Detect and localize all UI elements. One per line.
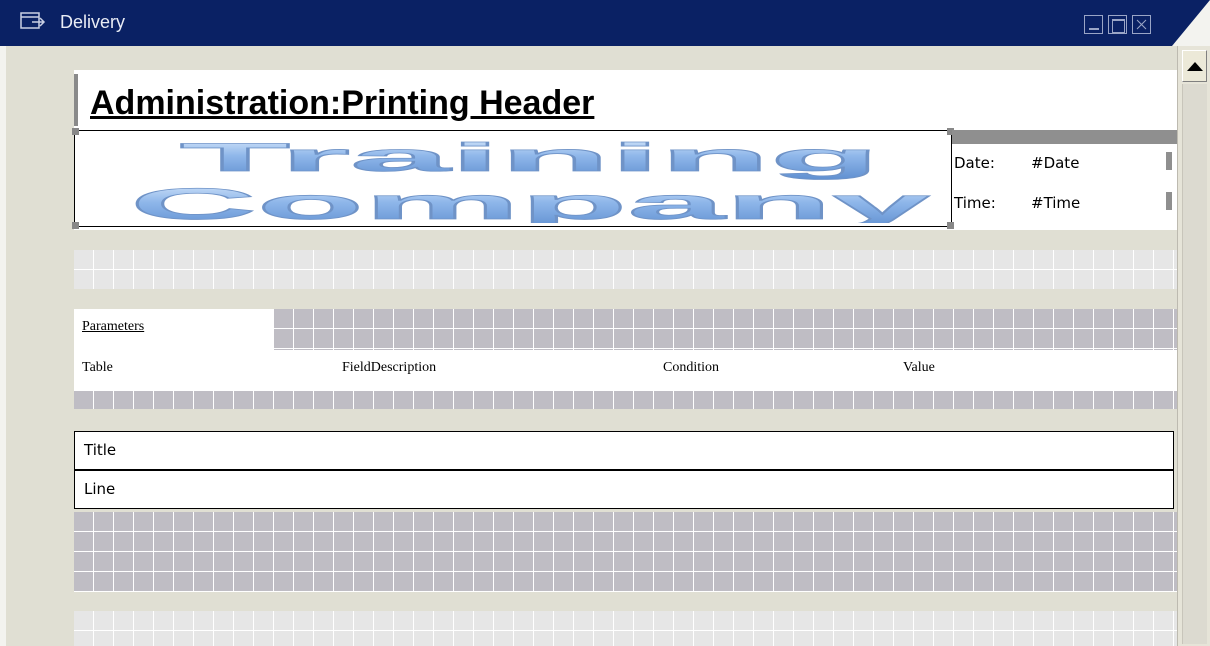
title-label: Title xyxy=(84,441,117,459)
parameters-grid xyxy=(74,391,1177,409)
logo-line-1: Training xyxy=(180,137,880,180)
column-header-row: Table FieldDescription Condition Value xyxy=(74,350,1177,391)
logo-field[interactable]: Training Company xyxy=(72,128,954,229)
parameters-grid xyxy=(274,309,1177,350)
resize-handle[interactable] xyxy=(72,128,79,135)
scroll-up-icon[interactable] xyxy=(1182,50,1207,82)
date-label: Date: xyxy=(954,154,995,172)
header-title[interactable]: Administration:Printing Header xyxy=(90,84,594,123)
company-logo: Training Company xyxy=(130,137,933,223)
parameters-label[interactable]: Parameters xyxy=(82,319,144,335)
date-field[interactable]: #Date xyxy=(1031,154,1079,172)
footer-area xyxy=(74,611,1177,646)
time-field[interactable]: #Time xyxy=(1031,194,1080,212)
resize-handle[interactable] xyxy=(72,222,79,229)
column-value[interactable]: Value xyxy=(903,360,935,376)
scroll-track[interactable] xyxy=(1182,84,1207,644)
vertical-scrollbar[interactable] xyxy=(1177,46,1210,646)
section-marker xyxy=(74,74,78,126)
empty-section xyxy=(74,250,1177,289)
printing-header-section[interactable]: Administration:Printing Header Training … xyxy=(72,70,1177,230)
column-condition[interactable]: Condition xyxy=(663,360,719,376)
date-time-strip xyxy=(952,130,1177,144)
parameters-label-area: Parameters xyxy=(74,309,274,350)
window-titlebar[interactable]: Delivery xyxy=(0,0,1210,46)
maximize-icon[interactable] xyxy=(1108,15,1127,34)
titlebar-corner xyxy=(1172,0,1210,46)
field-marker xyxy=(1166,152,1172,170)
logo-line-2: Company xyxy=(130,180,932,223)
repetitive-area xyxy=(74,512,1177,592)
close-icon[interactable] xyxy=(1132,15,1151,34)
column-field-description[interactable]: FieldDescription xyxy=(342,360,436,376)
title-line-section[interactable]: Title Line xyxy=(74,431,1177,509)
window-icon xyxy=(20,12,46,29)
minimize-icon[interactable] xyxy=(1084,15,1103,34)
title-field[interactable]: Title xyxy=(74,431,1174,470)
parameters-section[interactable]: Parameters Table FieldDescription Condit… xyxy=(74,309,1177,409)
resize-handle[interactable] xyxy=(947,222,954,229)
line-label: Line xyxy=(84,480,116,498)
line-field[interactable]: Line xyxy=(74,470,1174,509)
field-marker xyxy=(1166,192,1172,210)
column-table[interactable]: Table xyxy=(82,360,113,376)
window-title: Delivery xyxy=(60,12,126,32)
time-label: Time: xyxy=(954,194,996,212)
